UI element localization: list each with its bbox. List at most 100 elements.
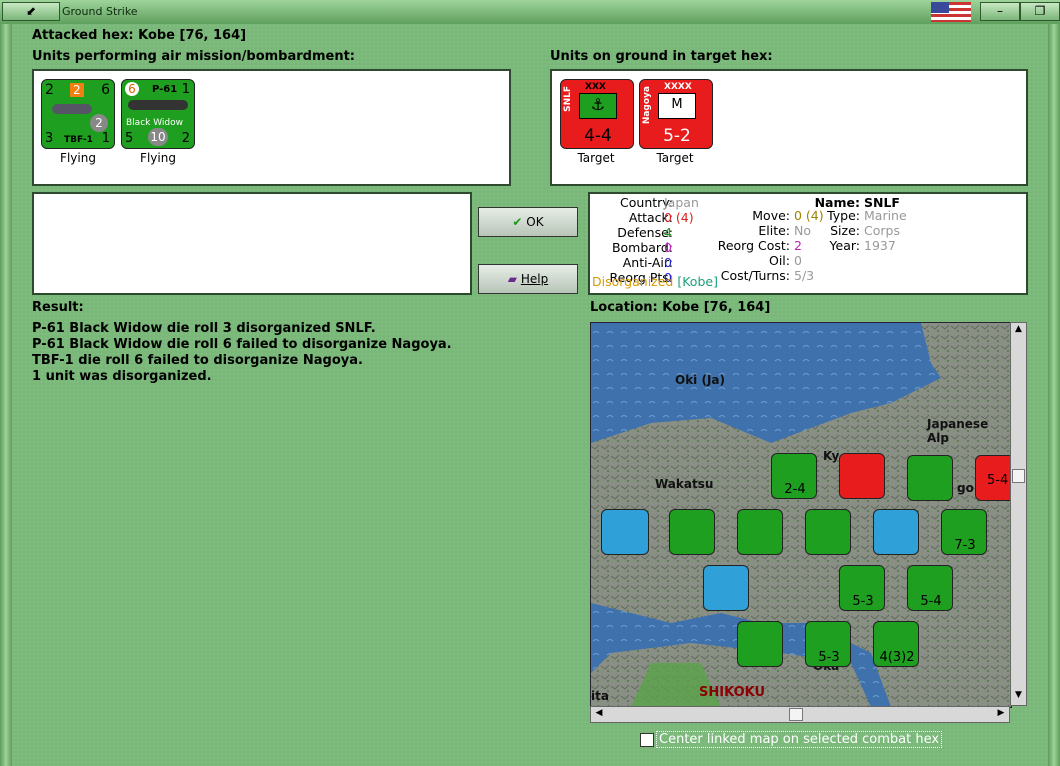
- unit-stat: 1: [181, 82, 190, 97]
- bombard-value: 0: [664, 240, 672, 255]
- scroll-right-icon[interactable]: ▶: [994, 708, 1008, 721]
- map-counter[interactable]: 5-3: [805, 621, 851, 667]
- system-menu-button[interactable]: ⬋: [2, 2, 60, 21]
- unit-stat: 6: [101, 82, 110, 98]
- plane-icon: [128, 100, 188, 110]
- air-units-panel: 2 2 6 2 3 TBF-1 1 Flying 6 P-61 1 Black …: [32, 69, 511, 186]
- air-unit-tbf1[interactable]: 2 2 6 2 3 TBF-1 1: [41, 79, 115, 149]
- map-counter[interactable]: [839, 453, 885, 499]
- map-counter[interactable]: [737, 509, 783, 555]
- unit-stat: 5: [125, 131, 134, 146]
- counter-value: 4(3)2: [879, 650, 915, 665]
- map-label: go: [957, 481, 974, 495]
- ground-unit-snlf[interactable]: SNLF XXX ⚓ 4-4: [560, 79, 634, 149]
- check-icon: ✔: [512, 215, 523, 229]
- message-panel: [32, 192, 472, 295]
- ok-button[interactable]: ✔ OK: [478, 207, 578, 237]
- map-counter[interactable]: [873, 509, 919, 555]
- location-label: Location: Kobe [76, 164]: [590, 300, 771, 315]
- type-key: Type:: [827, 208, 860, 223]
- map-horizontal-scrollbar[interactable]: ◀ ▶: [590, 706, 1010, 723]
- map-counter[interactable]: [669, 509, 715, 555]
- unit-size: XXXX: [664, 82, 692, 92]
- oil-value: 0: [794, 253, 802, 268]
- defense-key: Defense:: [617, 225, 673, 240]
- cost-key: Cost/Turns:: [720, 268, 790, 283]
- map-counter[interactable]: 4(3)2: [873, 621, 919, 667]
- scroll-down-icon[interactable]: ▼: [1012, 690, 1025, 704]
- air-units-label: Units performing air mission/bombardment…: [32, 49, 356, 64]
- defense-value: 4: [664, 225, 672, 240]
- center-linked-label[interactable]: Center linked map on selected combat hex: [656, 731, 943, 748]
- bombard-key: Bombard:: [611, 240, 673, 255]
- unit-strength: 5-2: [663, 126, 691, 146]
- ground-units-panel: SNLF XXX ⚓ 4-4 Target Nagoya XXXX M 5-2 …: [550, 69, 1028, 186]
- center-linked-checkbox[interactable]: [640, 733, 654, 747]
- counter-value: 5-4: [920, 594, 942, 609]
- country-value: Japan: [664, 195, 699, 210]
- oil-key: Oil:: [769, 253, 790, 268]
- cost-value: 5/3: [794, 268, 815, 283]
- unit-side: Nagoya: [642, 86, 652, 125]
- antiair-key: Anti-Air:: [622, 255, 673, 270]
- map-label: ita: [591, 689, 609, 703]
- reorgcost-key: Reorg Cost:: [717, 238, 790, 253]
- map-counter[interactable]: [907, 455, 953, 501]
- air-unit-p61[interactable]: 6 P-61 1 Black Widow 5 10 2: [121, 79, 195, 149]
- map-counter[interactable]: 2-4: [771, 453, 817, 499]
- map-counter[interactable]: [805, 509, 851, 555]
- restore-button[interactable]: ❐: [1020, 2, 1060, 21]
- antiair-value: 0: [664, 255, 672, 270]
- unit-stat: 2: [181, 131, 190, 146]
- scroll-left-icon[interactable]: ◀: [592, 708, 606, 721]
- map-counter[interactable]: [601, 509, 649, 555]
- unit-stat: 2: [45, 82, 54, 98]
- map-label: Japanese Alp: [927, 417, 989, 445]
- map-counter[interactable]: 7-3: [941, 509, 987, 555]
- map-counter[interactable]: 5-3: [839, 565, 885, 611]
- ground-units-label: Units on ground in target hex:: [550, 49, 773, 64]
- help-button[interactable]: ▰ Help: [478, 264, 578, 294]
- country-key: Country:: [620, 195, 673, 210]
- ground-unit-nagoya[interactable]: Nagoya XXXX M 5-2: [639, 79, 713, 149]
- result-line: TBF-1 die roll 6 failed to disorganize N…: [32, 353, 363, 368]
- counter-value: 5-3: [852, 594, 874, 609]
- counter-value: 5-4: [987, 473, 1009, 488]
- help-label: Help: [520, 272, 549, 286]
- result-line: P-61 Black Widow die roll 3 disorganized…: [32, 321, 376, 336]
- unit-name: Black Widow: [126, 118, 183, 128]
- minimize-button[interactable]: –: [980, 2, 1020, 21]
- result-line: 1 unit was disorganized.: [32, 369, 212, 384]
- unit-name: P-61: [152, 84, 178, 95]
- ground-unit-caption: Target: [656, 151, 694, 165]
- map-counter[interactable]: [703, 565, 749, 611]
- unit-side: SNLF: [563, 86, 573, 112]
- attack-value: 0 (4): [664, 210, 694, 225]
- map-counter[interactable]: [737, 621, 783, 667]
- unit-strength: 4-4: [584, 126, 612, 146]
- unit-size: XXX: [585, 82, 606, 92]
- scroll-thumb[interactable]: [789, 708, 803, 721]
- map-view[interactable]: Oki (Ja) Japanese Alp Wakatsu SHIKOKU Ky…: [590, 322, 1012, 708]
- result-label: Result:: [32, 300, 84, 315]
- unit-stat: 3: [45, 131, 54, 146]
- map-vertical-scrollbar[interactable]: ▲ ▼: [1010, 322, 1027, 706]
- size-key: Size:: [830, 223, 860, 238]
- year-key: Year:: [829, 238, 860, 253]
- type-value: Marine: [864, 208, 907, 223]
- book-icon: ▰: [507, 272, 518, 286]
- left-frame: [0, 24, 12, 766]
- ground-unit-caption: Target: [577, 151, 615, 165]
- result-text: P-61 Black Widow die roll 3 disorganized…: [32, 321, 452, 385]
- plane-icon: [52, 104, 92, 114]
- move-key: Move:: [752, 208, 790, 223]
- scroll-up-icon[interactable]: ▲: [1012, 324, 1025, 338]
- map-counter[interactable]: 5-4: [907, 565, 953, 611]
- us-flag-icon: [931, 2, 971, 22]
- unit-info-panel: Country: Attack: Defense: Bombard: Anti-…: [588, 192, 1028, 295]
- scroll-thumb[interactable]: [1012, 469, 1025, 483]
- ok-label: OK: [526, 215, 544, 229]
- result-line: P-61 Black Widow die roll 6 failed to di…: [32, 337, 452, 352]
- unit-name: TBF-1: [64, 135, 93, 145]
- unit-circle: 10: [148, 128, 168, 146]
